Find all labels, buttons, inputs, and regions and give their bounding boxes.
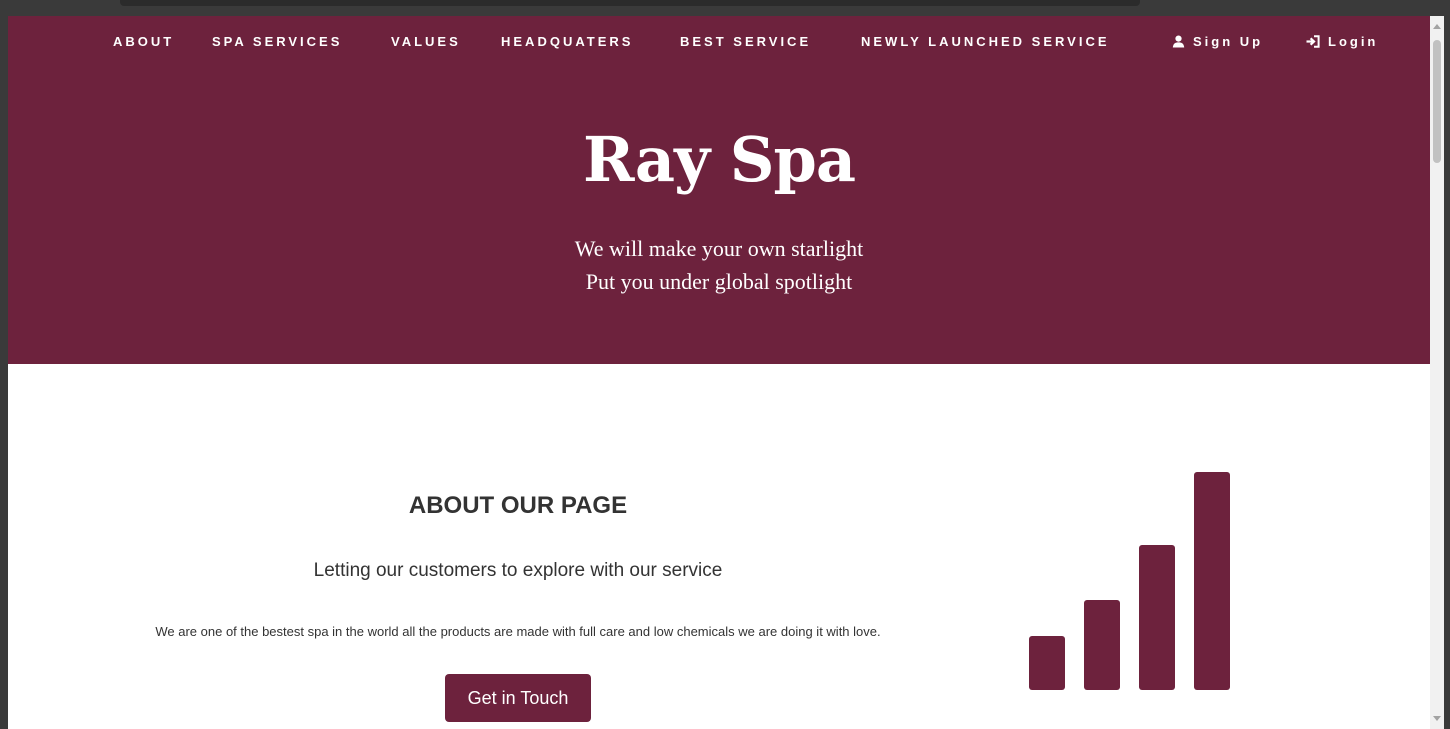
signal-bar-2: [1084, 600, 1120, 690]
signal-bar-1: [1029, 636, 1065, 690]
signal-bars-icon: [1026, 464, 1236, 694]
about-section: ABOUT OUR PAGE Letting our customers to …: [8, 364, 1430, 729]
hero-subtitle-line-1: We will make your own starlight: [574, 236, 864, 261]
about-tagline: Letting our customers to explore with ou…: [313, 560, 723, 581]
hero-subtitle: We will make your own starlight Put you …: [8, 232, 1430, 298]
user-icon: [1172, 35, 1185, 52]
nav-item-newly-launched-service[interactable]: NEWLY LAUNCHED SERVICE: [861, 34, 1110, 50]
navbar: ABOUT SPA SERVICES VALUES HEADQUATERS BE…: [8, 34, 1430, 54]
scroll-up-arrow-icon[interactable]: [1433, 24, 1441, 29]
browser-top-bar: [0, 0, 1450, 16]
page-scrollbar[interactable]: [1430, 16, 1444, 729]
about-description: We are one of the bestest spa in the wor…: [155, 624, 881, 639]
hero-title: Ray Spa: [582, 123, 856, 196]
scrollbar-thumb[interactable]: [1433, 40, 1441, 163]
signal-bar-3: [1139, 545, 1175, 690]
login-label: Login: [1328, 34, 1379, 49]
nav-login-link[interactable]: Login: [1306, 34, 1378, 52]
page-viewport: ABOUT SPA SERVICES VALUES HEADQUATERS BE…: [8, 16, 1430, 729]
nav-item-headquaters[interactable]: HEADQUATERS: [501, 34, 633, 50]
hero-subtitle-line-2: Put you under global spotlight: [585, 269, 853, 294]
login-icon: [1306, 35, 1320, 52]
window-edge: [1444, 16, 1450, 729]
scroll-down-arrow-icon[interactable]: [1433, 716, 1441, 721]
nav-item-about[interactable]: ABOUT: [113, 34, 174, 50]
browser-top-strip: [120, 0, 1140, 6]
nav-item-values[interactable]: VALUES: [391, 34, 461, 50]
hero-section: ABOUT SPA SERVICES VALUES HEADQUATERS BE…: [8, 16, 1430, 364]
about-heading: ABOUT OUR PAGE: [408, 492, 628, 519]
nav-item-best-service[interactable]: BEST SERVICE: [680, 34, 811, 50]
nav-signup-link[interactable]: Sign Up: [1172, 34, 1263, 52]
signal-bar-4: [1194, 472, 1230, 690]
signup-label: Sign Up: [1193, 34, 1264, 49]
get-in-touch-button[interactable]: Get in Touch: [445, 674, 591, 722]
nav-item-spa-services[interactable]: SPA SERVICES: [212, 34, 342, 50]
